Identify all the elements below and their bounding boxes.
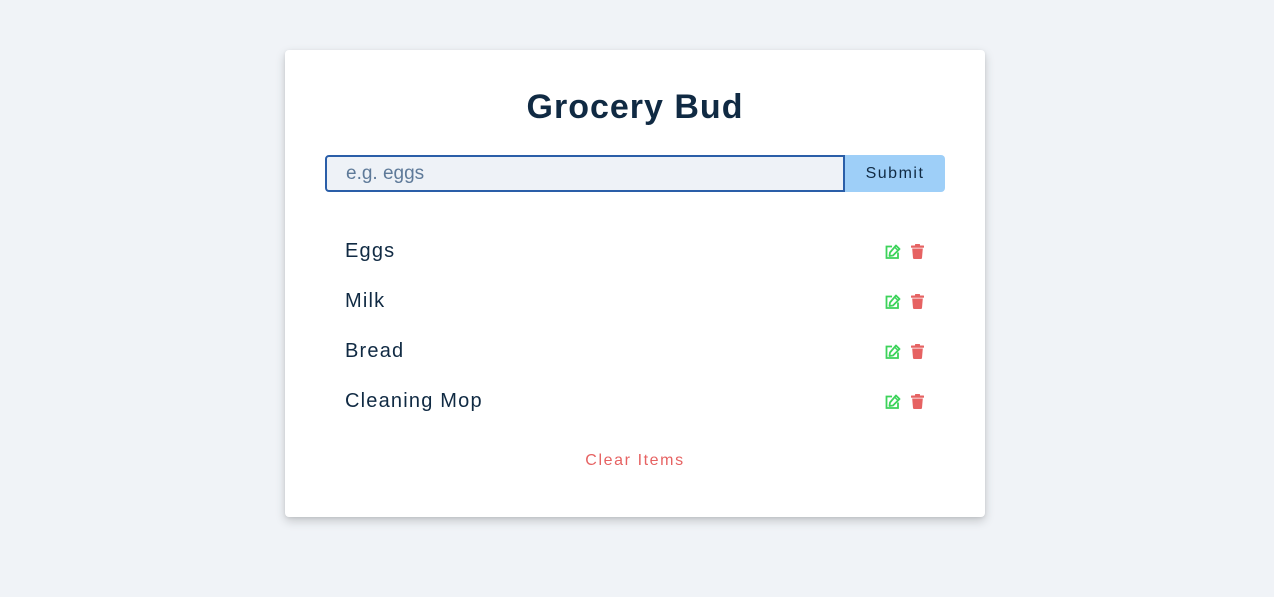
edit-icon[interactable] — [885, 293, 901, 310]
page-title: Grocery Bud — [526, 88, 744, 126]
grocery-item-input[interactable] — [325, 155, 845, 192]
item-actions — [885, 393, 925, 410]
edit-icon[interactable] — [885, 343, 901, 360]
clear-items-button[interactable]: Clear Items — [565, 452, 705, 470]
edit-icon[interactable] — [885, 243, 901, 260]
item-actions — [885, 343, 925, 360]
item-name: Milk — [345, 290, 386, 312]
item-name: Cleaning Mop — [345, 390, 483, 412]
grocery-card: Grocery Bud Submit Eggs Milk — [285, 50, 985, 517]
trash-icon[interactable] — [909, 393, 925, 410]
edit-icon[interactable] — [885, 393, 901, 410]
list-item: Eggs — [345, 227, 925, 277]
submit-button[interactable]: Submit — [845, 155, 945, 192]
trash-icon[interactable] — [909, 243, 925, 260]
grocery-form: Submit — [325, 155, 945, 192]
item-actions — [885, 293, 925, 310]
item-actions — [885, 243, 925, 260]
item-name: Eggs — [345, 240, 396, 262]
trash-icon[interactable] — [909, 343, 925, 360]
item-name: Bread — [345, 340, 405, 362]
trash-icon[interactable] — [909, 293, 925, 310]
grocery-list: Eggs Milk Bread Cleaning Mop — [345, 227, 925, 427]
list-item: Milk — [345, 277, 925, 327]
list-item: Bread — [345, 327, 925, 377]
list-item: Cleaning Mop — [345, 377, 925, 427]
